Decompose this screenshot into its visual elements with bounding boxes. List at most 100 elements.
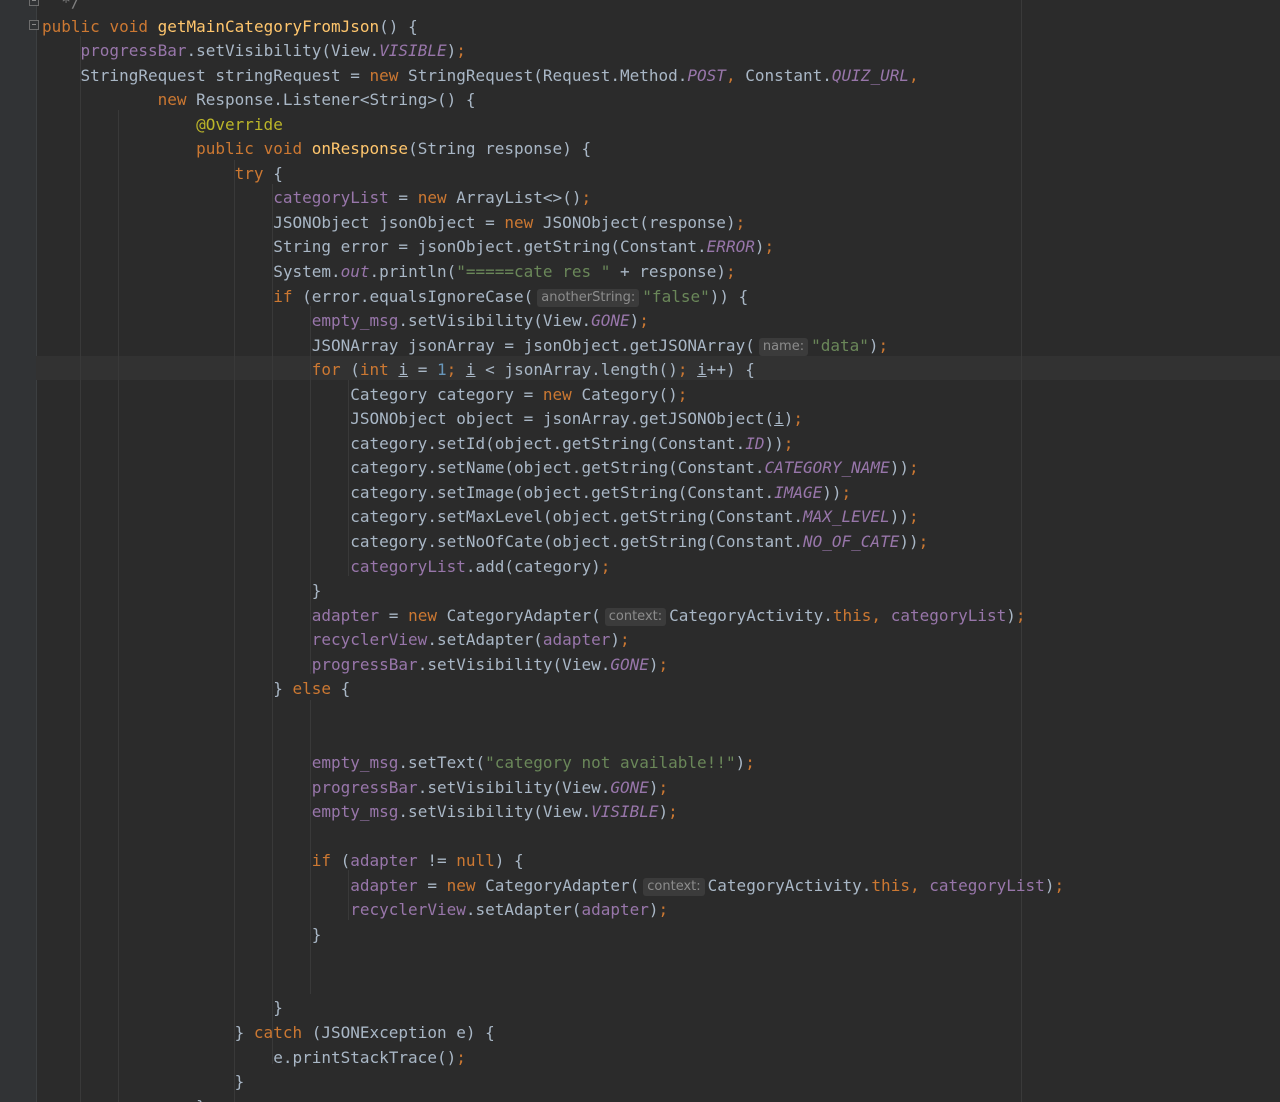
code-text: category.setId(object.getString(Constant… xyxy=(350,433,746,453)
code-line[interactable]: empty_msg.setVisibility(View.VISIBLE); xyxy=(42,800,1272,825)
code-text: category.setNoOfCate(object.getString(Co… xyxy=(350,532,803,552)
keyword-token: new xyxy=(504,212,534,232)
field-token: categoryList xyxy=(273,188,389,208)
code-line[interactable]: category.setId(object.getString(Constant… xyxy=(42,432,1272,457)
code-text: )) xyxy=(889,458,909,478)
code-line[interactable] xyxy=(42,726,1272,751)
loop-variable-token: i xyxy=(697,360,707,380)
code-text: ) xyxy=(1044,875,1055,895)
code-text: ++) { xyxy=(706,360,755,380)
keyword-token: else xyxy=(292,679,331,699)
code-line[interactable]: if (error.equalsIgnoreCase(anotherString… xyxy=(42,285,1272,310)
code-line[interactable]: } xyxy=(42,923,1272,948)
code-text: category.setName(object.getString(Consta… xyxy=(350,458,765,478)
code-line[interactable]: recyclerView.setAdapter(adapter); xyxy=(42,898,1272,923)
field-token: empty_msg xyxy=(311,752,399,772)
keyword-token: new xyxy=(542,384,572,404)
code-line[interactable]: try { xyxy=(42,162,1272,187)
code-text: .println( xyxy=(369,262,457,282)
keyword-token: , xyxy=(909,875,930,895)
string-literal: "category not available!!" xyxy=(485,752,736,772)
field-token: adapter xyxy=(581,900,649,920)
code-line[interactable]: } xyxy=(42,1095,1272,1102)
code-line[interactable]: } catch (JSONException e) { xyxy=(42,1021,1272,1046)
editor-gutter[interactable] xyxy=(0,0,39,1102)
code-line[interactable]: progressBar.setVisibility(View.GONE); xyxy=(42,776,1272,801)
code-line[interactable]: progressBar.setVisibility(View.VISIBLE); xyxy=(42,39,1272,64)
code-line[interactable]: Category category = new Category(); xyxy=(42,383,1272,408)
code-line[interactable]: } xyxy=(42,1070,1272,1095)
fold-marker-icon[interactable] xyxy=(29,20,39,30)
code-text: ) xyxy=(629,311,640,331)
code-editor[interactable]: */public void getMainCategoryFromJson() … xyxy=(0,0,1280,1102)
code-line[interactable]: recyclerView.setAdapter(adapter); xyxy=(42,628,1272,653)
keyword-token: ; xyxy=(878,335,889,355)
code-text: } xyxy=(234,1022,254,1042)
code-line[interactable]: public void getMainCategoryFromJson() { xyxy=(42,15,1272,40)
code-line[interactable]: empty_msg.setVisibility(View.GONE); xyxy=(42,309,1272,334)
code-line[interactable]: category.setName(object.getString(Consta… xyxy=(42,456,1272,481)
code-line[interactable]: String error = jsonObject.getString(Cons… xyxy=(42,235,1272,260)
code-line[interactable] xyxy=(42,702,1272,727)
code-line[interactable]: @Override xyxy=(42,113,1272,138)
fold-marker-icon[interactable] xyxy=(29,0,39,6)
code-text: { xyxy=(263,163,283,183)
code-line[interactable]: categoryList = new ArrayList<>(); xyxy=(42,186,1272,211)
field-token: progressBar xyxy=(311,654,418,674)
code-line[interactable]: public void onResponse(String response) … xyxy=(42,137,1272,162)
keyword-token: ; xyxy=(658,900,669,920)
code-text: ) xyxy=(648,900,659,920)
code-area[interactable]: */public void getMainCategoryFromJson() … xyxy=(42,0,1272,1102)
code-line[interactable]: StringRequest stringRequest = new String… xyxy=(42,64,1272,89)
code-line[interactable]: } xyxy=(42,996,1272,1021)
code-line[interactable]: } else { xyxy=(42,677,1272,702)
code-text: StringRequest(Request.Method. xyxy=(398,65,688,85)
code-line[interactable] xyxy=(42,825,1272,850)
field-token: progressBar xyxy=(311,777,418,797)
code-line[interactable]: JSONObject jsonObject = new JSONObject(r… xyxy=(42,211,1272,236)
code-line[interactable]: progressBar.setVisibility(View.GONE); xyxy=(42,653,1272,678)
keyword-token: ; xyxy=(793,409,804,429)
code-line[interactable]: } xyxy=(42,579,1272,604)
code-line[interactable]: JSONArray jsonArray = jsonObject.getJSON… xyxy=(42,334,1272,359)
code-line[interactable]: JSONObject object = jsonArray.getJSONObj… xyxy=(42,407,1272,432)
code-line[interactable]: System.out.println("=====cate res " + re… xyxy=(42,260,1272,285)
code-line[interactable]: categoryList.add(category); xyxy=(42,555,1272,580)
parameter-hint: context: xyxy=(604,607,667,626)
code-line[interactable]: adapter = new CategoryAdapter(context: Ca… xyxy=(42,874,1272,899)
code-line[interactable]: category.setMaxLevel(object.getString(Co… xyxy=(42,505,1272,530)
code-line[interactable]: new Response.Listener<String>() { xyxy=(42,88,1272,113)
code-line[interactable]: category.setNoOfCate(object.getString(Co… xyxy=(42,530,1272,555)
code-line[interactable]: adapter = new CategoryAdapter(context: Ca… xyxy=(42,604,1272,629)
code-text: .setVisibility(View. xyxy=(417,654,611,674)
code-text: CategoryActivity. xyxy=(669,605,833,625)
parameter-hint: name: xyxy=(758,337,809,356)
code-line[interactable]: if (adapter != null) { xyxy=(42,849,1272,874)
code-text: ) xyxy=(446,41,457,61)
code-text: JSONObject(response) xyxy=(533,212,736,232)
code-line[interactable]: category.setImage(object.getString(Const… xyxy=(42,481,1272,506)
code-text: ( xyxy=(340,360,360,380)
constant-token: ERROR xyxy=(706,237,755,257)
keyword-token: ; xyxy=(908,458,919,478)
code-text: < jsonArray.length() xyxy=(475,360,678,380)
code-line[interactable]: */ xyxy=(42,0,1272,15)
code-line[interactable] xyxy=(42,972,1272,997)
constant-token: CATEGORY_NAME xyxy=(764,458,890,478)
code-line[interactable]: e.printStackTrace(); xyxy=(42,1046,1272,1071)
code-line[interactable] xyxy=(42,947,1272,972)
keyword-token: ; xyxy=(677,384,688,404)
code-line[interactable]: empty_msg.setText("category not availabl… xyxy=(42,751,1272,776)
code-line[interactable]: for (int i = 1; i < jsonArray.length(); … xyxy=(42,358,1272,383)
keyword-token: ; xyxy=(735,212,746,232)
